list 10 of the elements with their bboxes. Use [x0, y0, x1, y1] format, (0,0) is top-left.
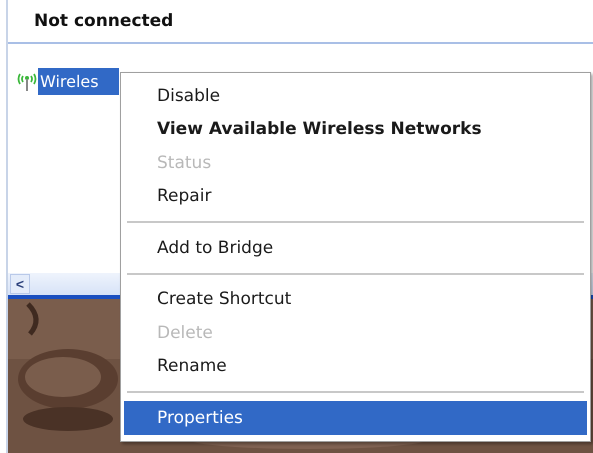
connection-item[interactable]: Wireles: [38, 68, 119, 94]
menu-item[interactable]: Properties: [124, 401, 587, 434]
menu-item[interactable]: Rename: [124, 350, 587, 383]
menu-item[interactable]: Add to Bridge: [124, 231, 587, 264]
menu-item[interactable]: Repair: [124, 180, 587, 213]
menu-item[interactable]: Create Shortcut: [124, 282, 587, 316]
menu-item[interactable]: View Available Wireless Networks: [124, 112, 587, 146]
group-header: Not connected: [34, 11, 174, 31]
scroll-left-button[interactable]: <: [10, 274, 30, 294]
menu-item[interactable]: Disable: [124, 79, 587, 112]
